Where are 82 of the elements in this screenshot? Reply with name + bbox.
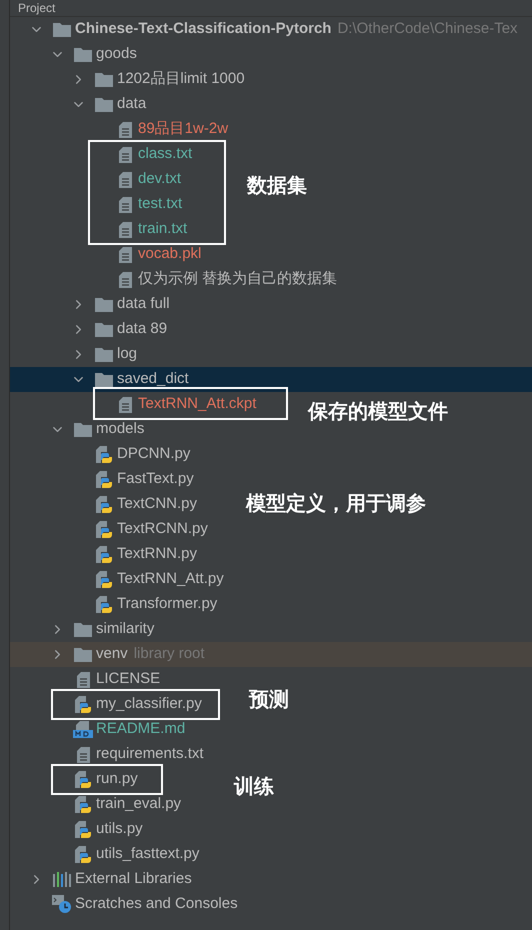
item-name[interactable]: vocab.pkl [138, 243, 202, 266]
item-name[interactable]: my_classifier.py [96, 693, 202, 716]
item-name[interactable]: 仅为示例 替换为自己的数据集 [138, 268, 338, 291]
item-name[interactable]: run.py [96, 768, 138, 791]
item-name[interactable]: TextRNN_Att.ckpt [138, 393, 256, 416]
python-file-icon [75, 846, 91, 863]
item-name[interactable]: README.md [96, 718, 186, 741]
annotation-label: 保存的模型文件 [308, 400, 448, 425]
item-name[interactable]: Transformer.py [117, 593, 218, 616]
annotation-label: 数据集 [247, 174, 307, 199]
folder-icon [74, 647, 92, 662]
folder-icon [74, 422, 92, 437]
scratches-icon [52, 895, 72, 914]
folder-icon [95, 347, 113, 362]
folder-icon [53, 22, 71, 37]
folder-icon [95, 97, 113, 112]
item-name[interactable]: TextCNN.py [117, 493, 198, 516]
selected-row[interactable]: venv library root [10, 642, 532, 667]
file-icon [118, 122, 132, 138]
item-name[interactable]: utils.py [96, 818, 143, 841]
item-name[interactable]: FastText.py [117, 468, 194, 491]
item-name[interactable]: data 89 [117, 318, 168, 341]
folder-icon [74, 622, 92, 637]
file-icon [118, 196, 132, 212]
file-icon [118, 246, 132, 262]
file-icon [118, 272, 132, 288]
file-icon [118, 146, 132, 162]
python-file-icon [96, 446, 112, 463]
item-name[interactable]: DPCNN.py [117, 443, 190, 466]
annotation-label: 模型定义，用于调参 [246, 492, 426, 517]
item-name[interactable]: train_eval.py [96, 793, 182, 816]
item-name[interactable]: train.txt [138, 218, 188, 241]
file-icon [118, 222, 132, 238]
python-file-icon [96, 571, 112, 588]
item-name[interactable]: class.txt [138, 143, 192, 166]
python-file-icon [75, 796, 91, 813]
item-name[interactable]: dev.txt [138, 168, 182, 191]
python-file-icon [96, 596, 112, 613]
file-icon [76, 672, 90, 688]
item-name[interactable]: saved_dict [117, 368, 189, 391]
item-name[interactable]: 89品目1w-2w [138, 118, 228, 141]
item-name[interactable]: LICENSE [96, 668, 160, 691]
item-name[interactable]: 1202品目limit 1000 [117, 68, 245, 91]
item-name[interactable]: TextRNN.py [117, 543, 198, 566]
panel-title: Project [18, 2, 56, 14]
item-name[interactable]: utils_fasttext.py [96, 843, 200, 866]
selected-row[interactable]: saved_dict [10, 367, 532, 392]
python-file-icon [96, 521, 112, 538]
item-name[interactable]: log [117, 343, 138, 366]
item-name[interactable]: data [117, 93, 146, 116]
item-name[interactable]: TextRNN_Att.py [117, 568, 224, 591]
file-icon [118, 396, 132, 412]
item-name[interactable]: data full [117, 293, 170, 316]
item-name[interactable]: Chinese-Text-Classification-Pytorch [75, 18, 332, 41]
markdown-file-icon [73, 721, 93, 738]
item-name[interactable]: models [96, 418, 144, 441]
folder-icon [95, 372, 113, 387]
file-icon [118, 172, 132, 188]
folder-icon [74, 47, 92, 62]
item-name[interactable]: similarity [96, 618, 154, 641]
annotation-label: 训练 [234, 775, 274, 800]
python-file-icon [96, 546, 112, 563]
item-name[interactable]: Scratches and Consoles [75, 893, 238, 916]
item-name[interactable]: goods [96, 43, 137, 66]
folder-icon [95, 322, 113, 337]
item-name[interactable]: requirements.txt [96, 743, 204, 766]
item-name[interactable]: TextRCNN.py [117, 518, 208, 541]
item-name[interactable]: venv [96, 643, 128, 666]
folder-icon [95, 72, 113, 87]
item-name[interactable]: External Libraries [75, 868, 192, 891]
item-note: library root [134, 644, 205, 664]
file-icon [76, 746, 90, 762]
python-file-icon [75, 821, 91, 838]
python-file-icon [75, 696, 91, 713]
python-file-icon [75, 771, 91, 788]
library-icon [53, 872, 71, 887]
item-note: D:\OtherCode\Chinese-Tex [337, 19, 518, 40]
folder-icon [95, 297, 113, 312]
annotation-label: 预测 [249, 688, 289, 713]
python-file-icon [96, 471, 112, 488]
item-name[interactable]: test.txt [138, 193, 182, 216]
python-file-icon [96, 496, 112, 513]
